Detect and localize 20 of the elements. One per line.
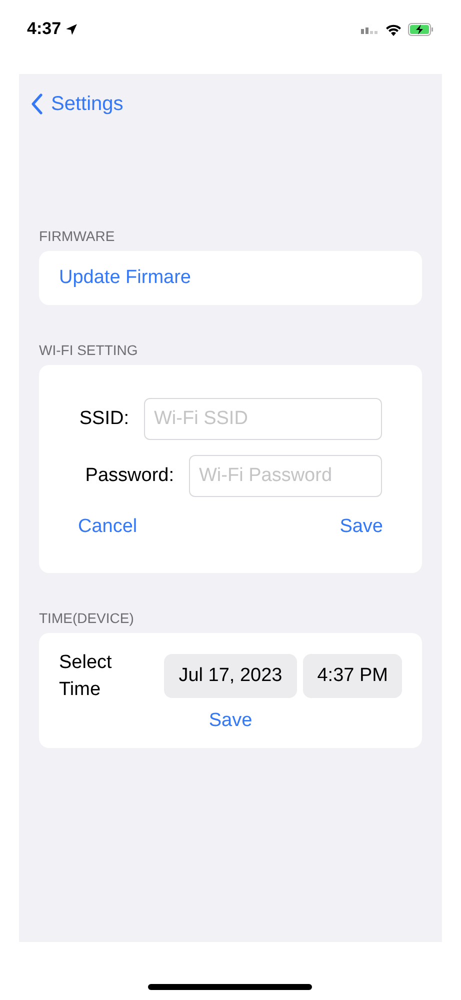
select-time-label: Select Time bbox=[59, 651, 113, 702]
back-button[interactable]: Settings bbox=[19, 74, 442, 119]
battery-charging-icon bbox=[408, 22, 434, 36]
date-picker-button[interactable]: Jul 17, 2023 bbox=[164, 654, 298, 698]
wifi-icon bbox=[385, 22, 402, 36]
text-field[interactable]: Wi-Fi SSID bbox=[144, 398, 382, 440]
text-field[interactable]: Wi-Fi Password bbox=[189, 455, 382, 497]
update-firmware-button[interactable]: Update Firmare bbox=[59, 264, 191, 292]
save-button[interactable]: Save bbox=[208, 707, 252, 736]
cancel-button[interactable]: Cancel bbox=[78, 513, 138, 542]
field-label: SSID: bbox=[79, 406, 129, 431]
chevron-left-icon bbox=[31, 93, 43, 115]
field-label: Password: bbox=[85, 464, 174, 488]
section-header: WI-FI SETTING bbox=[38, 341, 139, 360]
section-header: TIME(DEVICE) bbox=[38, 609, 135, 628]
time-picker-button[interactable]: 4:37 PM bbox=[303, 654, 402, 698]
status-time: 4:37 bbox=[27, 18, 62, 40]
save-button[interactable]: Save bbox=[340, 513, 383, 542]
section-header: FIRMWARE bbox=[38, 227, 116, 246]
location-arrow-icon bbox=[65, 22, 78, 36]
